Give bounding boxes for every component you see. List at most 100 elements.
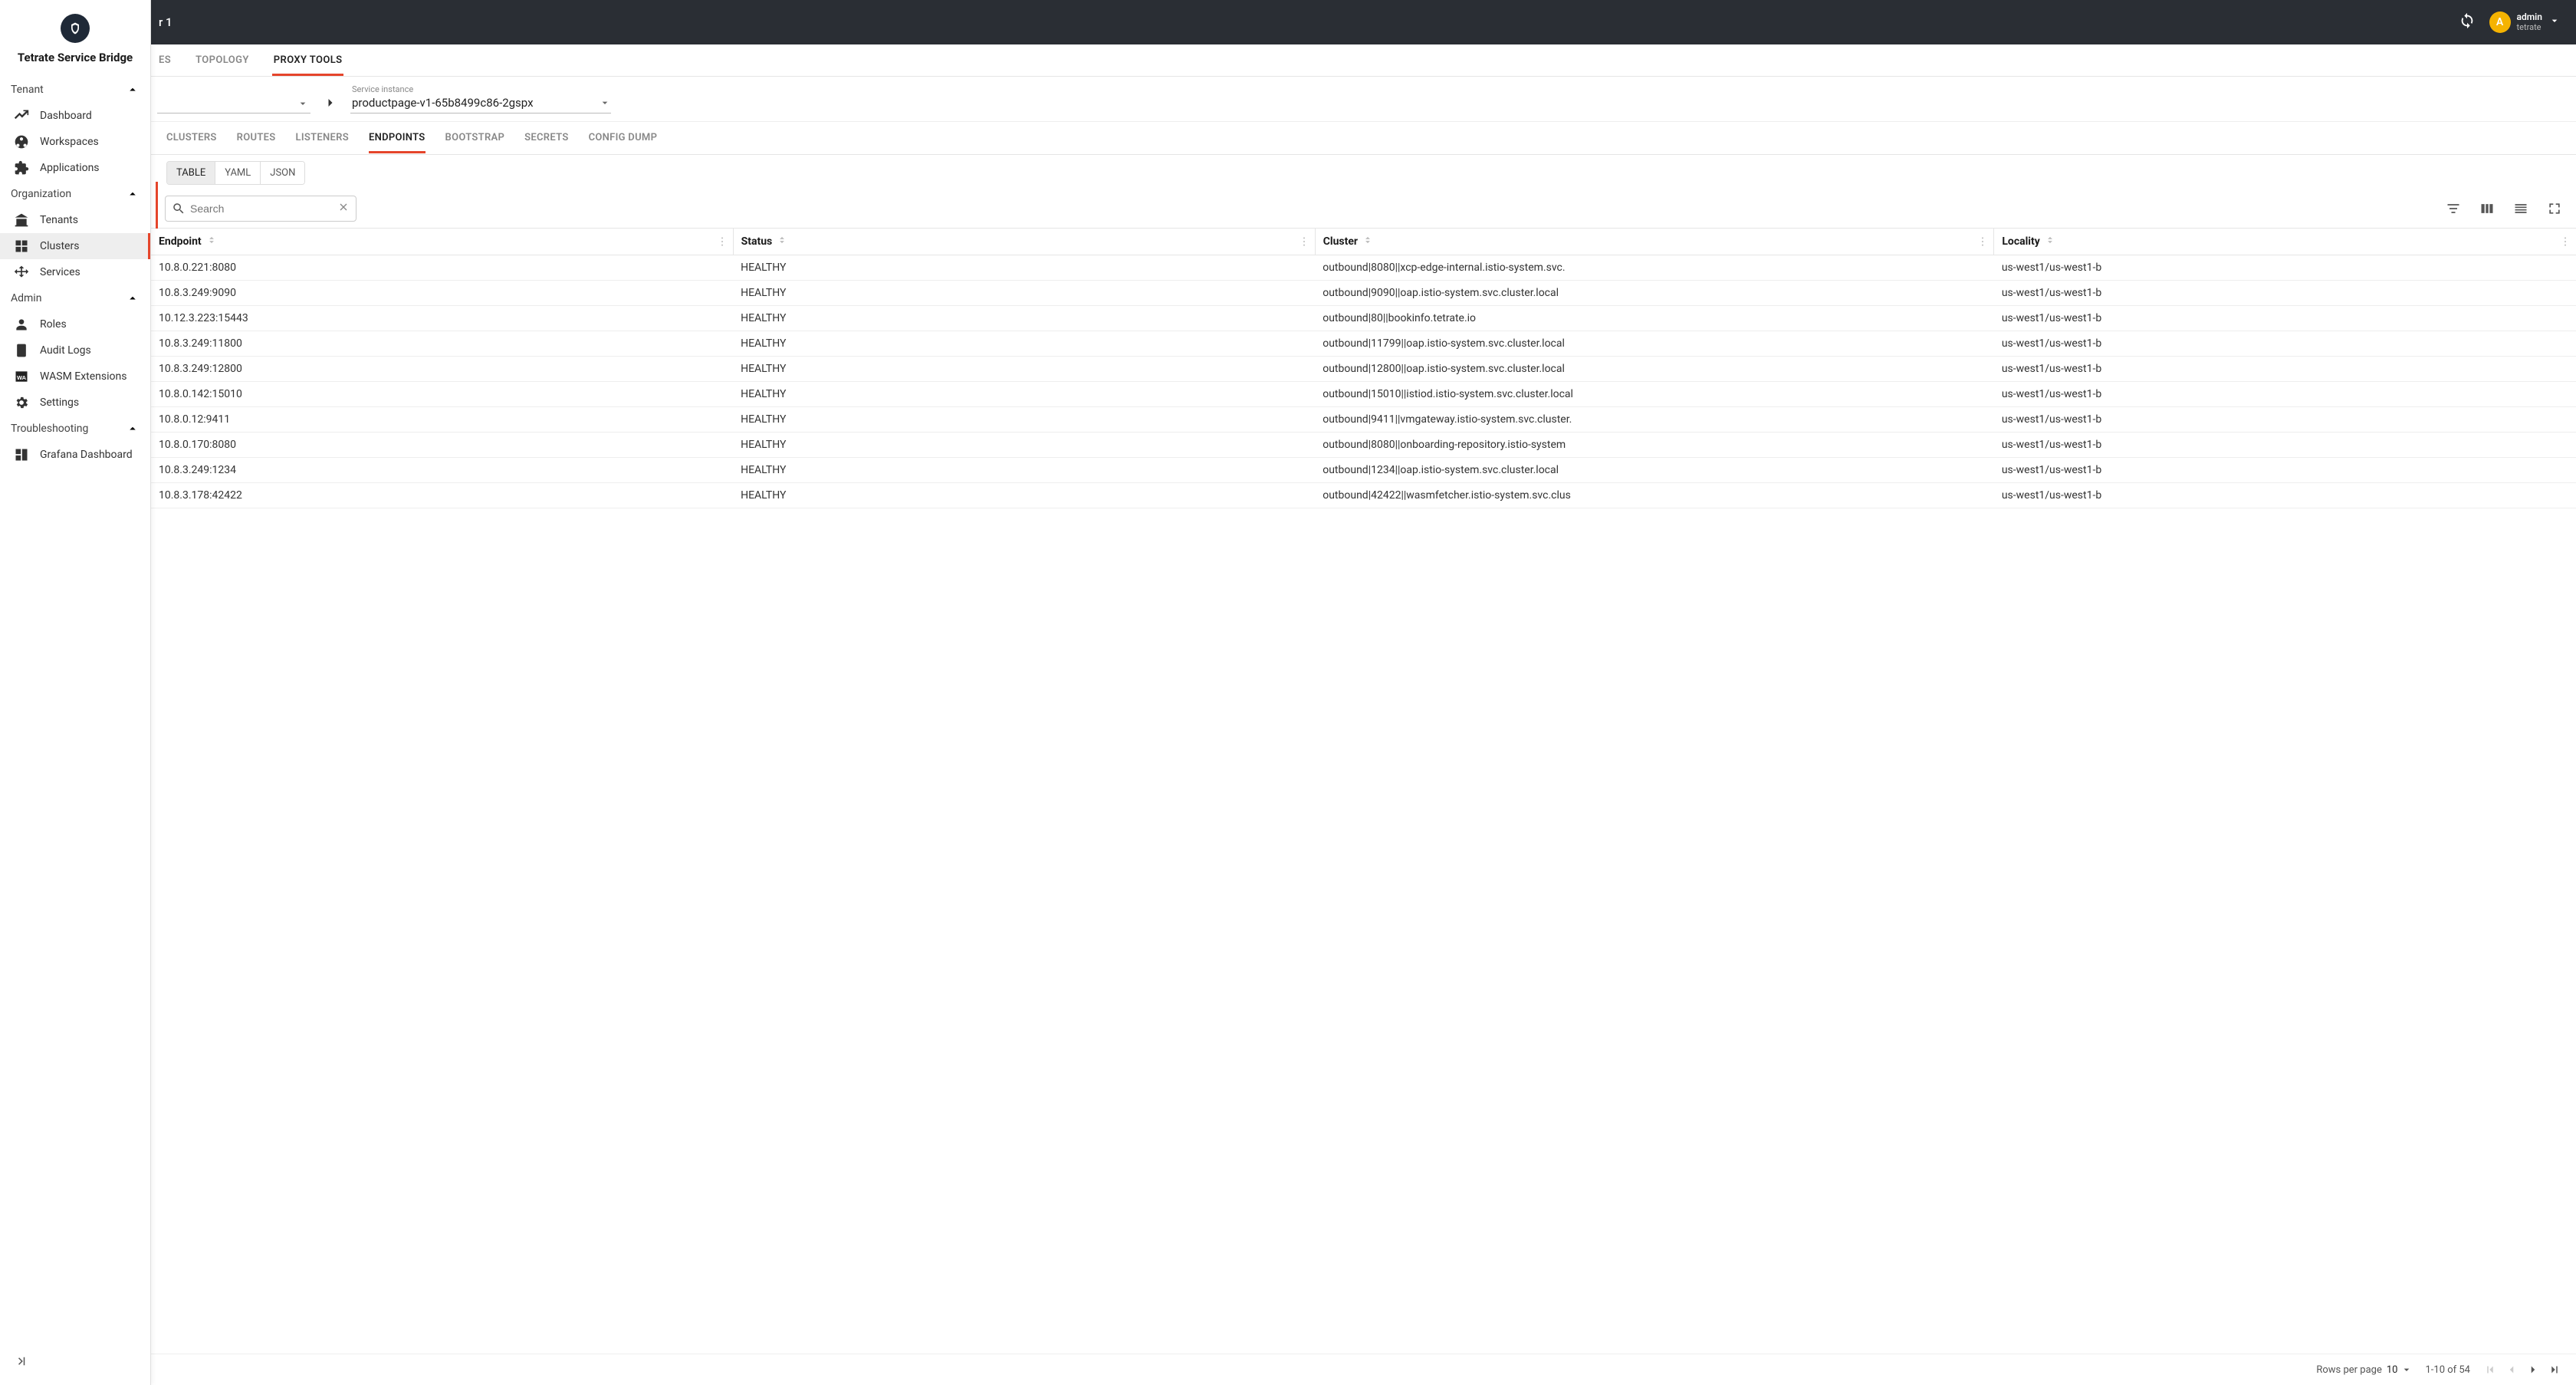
column-menu-icon[interactable] [716, 235, 728, 248]
cell-endpoint: 10.8.0.170:8080 [151, 433, 733, 458]
search-box[interactable] [165, 196, 356, 222]
user-org: tetrate [2517, 23, 2542, 32]
format-table-button[interactable]: TABLE [167, 162, 215, 184]
table-row[interactable]: 10.8.3.249:12800HEALTHYoutbound|12800||o… [151, 357, 2576, 382]
sidebar-item-services[interactable]: Services [0, 259, 150, 285]
cell-locality: us-west1/us-west1-b [1994, 281, 2576, 306]
sidebar-item-label: Roles [40, 318, 67, 331]
col-header-endpoint[interactable]: Endpoint [151, 229, 733, 255]
column-menu-icon[interactable] [2559, 235, 2571, 248]
sort-icon [2045, 235, 2055, 248]
col-header-cluster[interactable]: Cluster [1315, 229, 1994, 255]
cell-endpoint: 10.8.3.249:11800 [151, 331, 733, 357]
sidebar-item-label: Audit Logs [40, 344, 91, 357]
subtab-bootstrap[interactable]: BOOTSTRAP [445, 123, 505, 153]
table-row[interactable]: 10.8.0.170:8080HEALTHYoutbound|8080||onb… [151, 433, 2576, 458]
sidebar-item-settings[interactable]: Settings [0, 390, 150, 416]
main-tab-topology[interactable]: TOPOLOGY [194, 45, 251, 76]
cell-cluster: outbound|1234||oap.istio-system.svc.clus… [1315, 458, 1994, 483]
cell-status: HEALTHY [733, 357, 1315, 382]
format-json-button[interactable]: JSON [260, 162, 304, 184]
cell-status: HEALTHY [733, 306, 1315, 331]
col-header-status[interactable]: Status [733, 229, 1315, 255]
workspaces-icon [14, 134, 29, 150]
subtab-listeners[interactable]: LISTENERS [296, 123, 349, 153]
sidebar-item-workspaces[interactable]: Workspaces [0, 129, 150, 155]
table-row[interactable]: 10.8.3.249:1234HEALTHYoutbound|1234||oap… [151, 458, 2576, 483]
cell-endpoint: 10.8.3.249:1234 [151, 458, 733, 483]
main-tabs: ES TOPOLOGY PROXY TOOLS [151, 44, 2576, 77]
brand-logo [61, 14, 90, 43]
sidebar-item-clusters[interactable]: Clusters [0, 233, 150, 259]
cell-endpoint: 10.8.0.142:15010 [151, 382, 733, 407]
chevron-right-icon [323, 95, 338, 113]
table-row[interactable]: 10.8.0.221:8080HEALTHYoutbound|8080||xcp… [151, 255, 2576, 281]
main-tab-partial[interactable]: ES [157, 45, 172, 76]
prev-page-button[interactable] [2504, 1362, 2519, 1377]
table-row[interactable]: 10.8.3.178:42422HEALTHYoutbound|42422||w… [151, 483, 2576, 508]
sidebar-item-roles[interactable]: Roles [0, 311, 150, 337]
table-row[interactable]: 10.8.3.249:9090HEALTHYoutbound|9090||oap… [151, 281, 2576, 306]
columns-icon[interactable] [2479, 201, 2495, 216]
cell-locality: us-west1/us-west1-b [1994, 483, 2576, 508]
nav-group-organization[interactable]: Organization [0, 181, 150, 207]
cell-status: HEALTHY [733, 458, 1315, 483]
user-menu[interactable]: A admin tetrate [2489, 12, 2561, 33]
col-header-locality[interactable]: Locality [1994, 229, 2576, 255]
column-menu-icon[interactable] [1976, 235, 1989, 248]
cell-locality: us-west1/us-west1-b [1994, 458, 2576, 483]
close-icon [337, 201, 350, 213]
density-icon[interactable] [2513, 201, 2528, 216]
table-wrap: EndpointStatusClusterLocality 10.8.0.221… [151, 228, 2576, 1354]
column-menu-icon[interactable] [1298, 235, 1310, 248]
sidebar-item-label: Applications [40, 162, 100, 174]
last-page-button[interactable] [2547, 1362, 2562, 1377]
table-row[interactable]: 10.8.0.12:9411HEALTHYoutbound|9411||vmga… [151, 407, 2576, 433]
sidebar-collapse-button[interactable] [14, 1359, 28, 1371]
chevron-down-icon [599, 97, 611, 109]
fullscreen-icon[interactable] [2547, 201, 2562, 216]
cell-locality: us-west1/us-west1-b [1994, 382, 2576, 407]
table-row[interactable]: 10.12.3.223:15443HEALTHYoutbound|80||boo… [151, 306, 2576, 331]
sort-icon [777, 235, 787, 248]
nav-group-troubleshooting[interactable]: Troubleshooting [0, 416, 150, 442]
format-toggle: TABLEYAMLJSON [166, 161, 305, 185]
first-page-button[interactable] [2482, 1362, 2498, 1377]
service-instance-selector[interactable]: Service instance productpage-v1-65b8499c… [350, 84, 611, 113]
format-yaml-button[interactable]: YAML [215, 162, 260, 184]
cell-cluster: outbound|80||bookinfo.tetrate.io [1315, 306, 1994, 331]
sidebar-item-tenants[interactable]: Tenants [0, 207, 150, 233]
main-tab-proxy-tools[interactable]: PROXY TOOLS [272, 45, 344, 76]
search-input[interactable] [190, 202, 333, 215]
subtab-routes[interactable]: ROUTES [237, 123, 276, 153]
sidebar-item-label: Dashboard [40, 110, 92, 122]
topbar: r 1 A admin tetrate [151, 0, 2576, 44]
previous-selector[interactable] [157, 93, 310, 113]
nav-group-tenant[interactable]: Tenant [0, 77, 150, 103]
cell-endpoint: 10.8.3.249:9090 [151, 281, 733, 306]
table-row[interactable]: 10.8.0.142:15010HEALTHYoutbound|15010||i… [151, 382, 2576, 407]
cell-locality: us-west1/us-west1-b [1994, 407, 2576, 433]
sidebar-item-grafana-dashboard[interactable]: Grafana Dashboard [0, 442, 150, 468]
table-row[interactable]: 10.8.3.249:11800HEALTHYoutbound|11799||o… [151, 331, 2576, 357]
rows-per-page-select[interactable]: 10 [2387, 1364, 2413, 1376]
nav-group-admin[interactable]: Admin [0, 285, 150, 311]
sidebar-item-wasm-extensions[interactable]: WAWASM Extensions [0, 364, 150, 390]
next-page-button[interactable] [2525, 1362, 2541, 1377]
subtab-secrets[interactable]: SECRETS [524, 123, 568, 153]
filter-icon[interactable] [2446, 201, 2461, 216]
sidebar-item-audit-logs[interactable]: Audit Logs [0, 337, 150, 364]
subtab-clusters[interactable]: CLUSTERS [166, 123, 217, 153]
tenants-icon [14, 212, 29, 228]
cell-endpoint: 10.8.3.178:42422 [151, 483, 733, 508]
sidebar-item-label: Settings [40, 396, 79, 409]
subtabs: CLUSTERS ROUTES LISTENERS ENDPOINTS BOOTSTRA… [151, 122, 2576, 154]
cell-endpoint: 10.8.0.12:9411 [151, 407, 733, 433]
sidebar-item-dashboard[interactable]: Dashboard [0, 103, 150, 129]
sync-icon[interactable] [2459, 12, 2489, 32]
subtab-endpoints[interactable]: ENDPOINTS [369, 123, 426, 153]
subtab-config-dump[interactable]: CONFIG DUMP [589, 123, 658, 153]
clusters-icon [14, 239, 29, 254]
sidebar-item-applications[interactable]: Applications [0, 155, 150, 181]
clear-search-button[interactable] [337, 201, 350, 216]
